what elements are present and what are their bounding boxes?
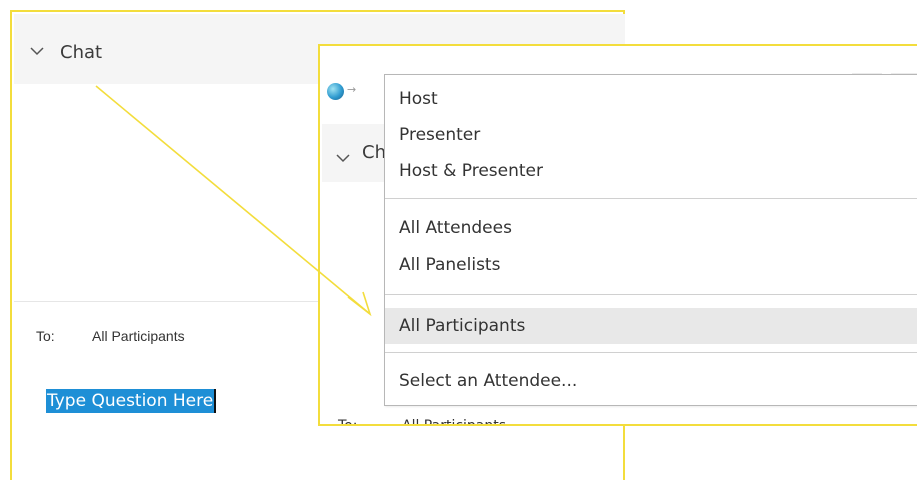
menu-item-presenter[interactable]: Presenter bbox=[385, 121, 917, 149]
menu-item-all-panelists[interactable]: All Panelists bbox=[385, 251, 917, 279]
menu-separator bbox=[385, 198, 917, 199]
to-label: To: bbox=[36, 328, 55, 344]
menu-separator bbox=[385, 352, 917, 353]
menu-item-all-attendees[interactable]: All Attendees bbox=[385, 214, 917, 242]
chevron-down-icon[interactable] bbox=[30, 41, 44, 60]
menu-item-all-participants[interactable]: All Participants bbox=[385, 308, 917, 344]
menu-item-select-attendee[interactable]: Select an Attendee... bbox=[385, 367, 917, 395]
to-label: To: bbox=[338, 418, 358, 426]
chat-title: Ch bbox=[362, 142, 386, 163]
chat-title: Chat bbox=[60, 42, 103, 63]
arrow-right-icon: → bbox=[347, 83, 357, 96]
menu-item-host-and-presenter[interactable]: Host & Presenter bbox=[385, 157, 917, 185]
recipient-selector[interactable]: All Participants bbox=[92, 328, 185, 344]
menu-item-host[interactable]: Host bbox=[385, 85, 917, 113]
chevron-down-icon[interactable] bbox=[336, 148, 350, 167]
webex-app-icon[interactable] bbox=[327, 83, 344, 100]
recipient-dropdown-menu: Host Presenter Host & Presenter All Atte… bbox=[384, 74, 917, 406]
menu-separator bbox=[385, 294, 917, 295]
right-chat-panel-zoom: → Ch To: All Participants Host Presenter… bbox=[318, 44, 917, 426]
message-input[interactable]: Type Question Here bbox=[46, 389, 217, 413]
recipient-selector[interactable]: All Participants bbox=[402, 418, 506, 424]
